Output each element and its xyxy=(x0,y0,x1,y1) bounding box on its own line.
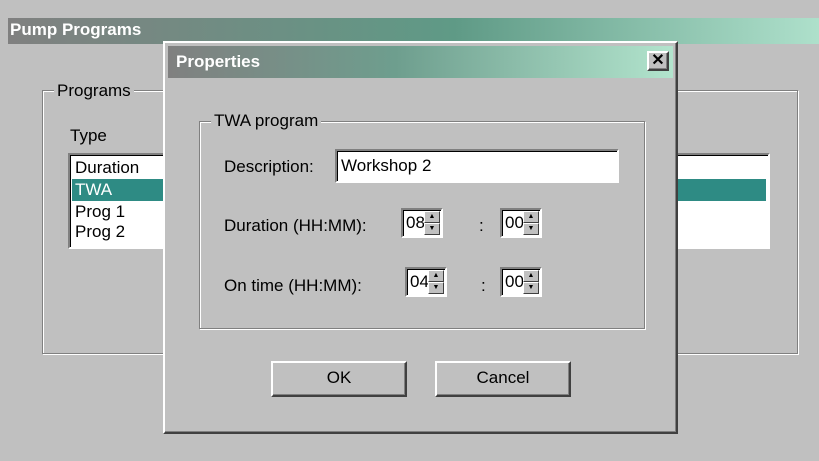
ontime-minutes-value: 00 xyxy=(505,272,524,291)
spin-buttons: ▲ ▼ xyxy=(424,211,440,235)
ontime-hours-value: 04 xyxy=(410,272,429,291)
ontime-label: On time (HH:MM): xyxy=(224,276,362,295)
type-column-header: Type xyxy=(70,126,107,145)
duration-hours-spinner[interactable]: 08 ▲ ▼ xyxy=(401,208,443,238)
spin-buttons: ▲ ▼ xyxy=(523,270,539,294)
ok-button[interactable]: OK xyxy=(271,361,407,397)
close-button[interactable]: ✕ xyxy=(647,51,669,71)
duration-separator: : xyxy=(479,216,484,235)
ontime-minutes-spinner[interactable]: 00 ▲ ▼ xyxy=(500,267,542,297)
list-item-prog-1[interactable]: Prog 1 xyxy=(75,201,125,223)
description-label: Description: xyxy=(224,157,314,176)
description-input[interactable]: Workshop 2 xyxy=(335,149,619,183)
spin-down-arrow-icon[interactable]: ▼ xyxy=(523,223,539,235)
spin-up-arrow-icon[interactable]: ▲ xyxy=(523,211,539,223)
twa-program-group-label: TWA program xyxy=(211,111,322,131)
list-item-duration[interactable]: Duration xyxy=(75,157,139,179)
cancel-button[interactable]: Cancel xyxy=(435,361,571,397)
dialog-titlebar[interactable]: Properties ✕ xyxy=(168,46,673,78)
duration-minutes-spinner[interactable]: 00 ▲ ▼ xyxy=(500,208,542,238)
main-window-title: Pump Programs xyxy=(10,20,142,39)
spin-down-arrow-icon[interactable]: ▼ xyxy=(523,282,539,294)
spin-down-arrow-icon[interactable]: ▼ xyxy=(428,282,444,294)
properties-dialog: Properties ✕ TWA program Description: Wo… xyxy=(163,41,678,434)
ontime-separator: : xyxy=(481,276,486,295)
spin-down-arrow-icon[interactable]: ▼ xyxy=(424,223,440,235)
spin-buttons: ▲ ▼ xyxy=(523,211,539,235)
description-value: Workshop 2 xyxy=(341,156,432,175)
close-icon: ✕ xyxy=(651,52,665,69)
duration-minutes-value: 00 xyxy=(505,213,524,232)
duration-label: Duration (HH:MM): xyxy=(224,216,367,235)
duration-hours-value: 08 xyxy=(406,213,425,232)
list-item-prog-2[interactable]: Prog 2 xyxy=(75,221,125,243)
programs-group-label: Programs xyxy=(54,81,134,101)
spin-up-arrow-icon[interactable]: ▲ xyxy=(428,270,444,282)
dialog-title: Properties xyxy=(176,52,261,71)
ontime-hours-spinner[interactable]: 04 ▲ ▼ xyxy=(405,267,447,297)
spin-up-arrow-icon[interactable]: ▲ xyxy=(424,211,440,223)
spin-buttons: ▲ ▼ xyxy=(428,270,444,294)
spin-up-arrow-icon[interactable]: ▲ xyxy=(523,270,539,282)
